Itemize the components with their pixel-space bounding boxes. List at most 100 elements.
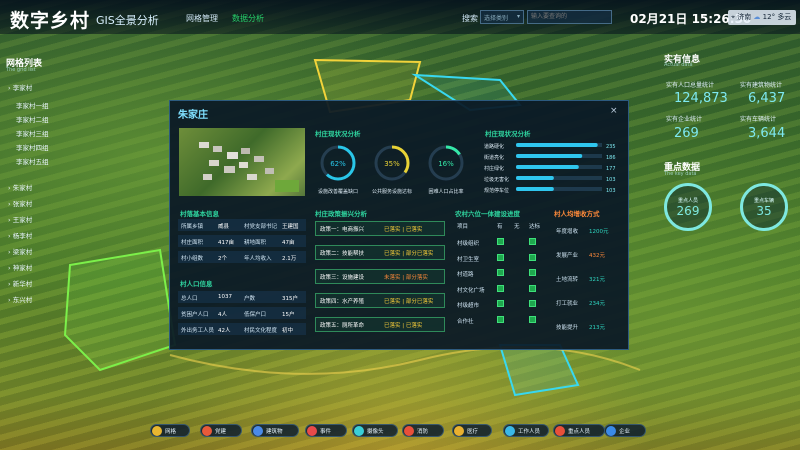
chevron-down-icon: ▾: [516, 13, 520, 20]
map-background[interactable]: 数字乡村 GIS全景分析 网格管理 数据分析 搜索 选择类别 ▾ 02月21日 …: [0, 0, 800, 450]
grid-item[interactable]: 李家村二组: [16, 114, 49, 124]
toolbar-button[interactable]: 事件: [305, 424, 347, 437]
checkbox[interactable]: [497, 238, 504, 245]
grid-item[interactable]: › 李家村: [8, 82, 32, 92]
checkbox[interactable]: [529, 284, 536, 292]
col-header: 项目: [457, 224, 469, 230]
bar-label: 道路硬化: [484, 143, 504, 150]
grid-list-subtitle: The grid list: [6, 67, 36, 73]
gauge-label: 设施改善覆盖缺口: [318, 188, 358, 195]
checkbox[interactable]: [497, 315, 504, 323]
income-label: 年度增收: [556, 229, 579, 235]
chevron-right-icon: ›: [8, 200, 11, 208]
key-person-circle[interactable]: 重点人员 269: [664, 183, 712, 231]
grid-item[interactable]: 李家村一组: [16, 100, 49, 110]
toolbar-label: 事件: [320, 429, 332, 435]
stat-label: 实有车辆统计: [740, 116, 777, 123]
grid-item[interactable]: 李家村四组: [16, 142, 49, 152]
toolbar-button[interactable]: 建筑物: [251, 424, 299, 437]
construction-label: 村卫生室: [457, 256, 480, 263]
search-label: 搜索: [462, 14, 478, 23]
stat-value: 124,873: [674, 91, 728, 106]
checkbox[interactable]: [529, 300, 536, 307]
policy-item[interactable]: 政策一：电商振兴 已落实 | 已落实: [315, 221, 445, 236]
income-label: 土地流转: [556, 277, 579, 283]
grid-item[interactable]: › 王家村: [8, 214, 32, 224]
bar-fill: [516, 176, 554, 180]
cloud-icon: ☁: [753, 13, 761, 21]
bar-label: 街道亮化: [484, 154, 504, 161]
bar-value: 235: [606, 144, 616, 150]
population-title: 村人口信息: [180, 280, 213, 288]
search-input[interactable]: [527, 10, 612, 24]
grid-item[interactable]: › 梁家村: [8, 246, 32, 256]
layer-icon: [202, 426, 212, 436]
layer-icon: [555, 426, 565, 436]
grid-item[interactable]: 李家村五组: [16, 156, 49, 166]
grid-item[interactable]: › 朱家村: [8, 182, 32, 192]
construction-label: 村级超市: [457, 303, 480, 309]
bar-value: 186: [606, 155, 616, 161]
close-button[interactable]: ×: [610, 106, 618, 116]
policy-item[interactable]: 政策四：水产养殖 已落实 | 部分已落实: [315, 293, 445, 308]
grid-item[interactable]: › 张家村: [8, 198, 32, 208]
income-label: 发展产业: [556, 253, 579, 259]
grid-item[interactable]: › 东兴村: [8, 294, 32, 304]
grid-item[interactable]: › 新华村: [8, 278, 32, 288]
bar-fill: [516, 187, 554, 191]
policy-title: 村庄政策振兴分析: [315, 210, 367, 218]
grid-item[interactable]: › 神家村: [8, 262, 32, 272]
construction-row: 村级超市: [455, 299, 545, 309]
layer-icon: [253, 426, 263, 436]
bar-value: 177: [606, 166, 616, 172]
search-category-value: 选择类别: [484, 15, 509, 22]
key-vehicle-circle[interactable]: 重点车辆 35: [740, 183, 788, 231]
checkbox[interactable]: [497, 300, 504, 307]
layer-icon: [404, 426, 414, 436]
checkbox[interactable]: [529, 315, 536, 323]
income-value: 234元: [589, 301, 605, 307]
toolbar-label: 医疗: [467, 429, 479, 435]
toolbar-button[interactable]: 消防: [402, 424, 444, 437]
toolbar-button[interactable]: 工作人员: [503, 424, 549, 437]
col-header: 有: [497, 224, 503, 230]
checkbox[interactable]: [497, 269, 504, 276]
policy-item[interactable]: 政策五：厕所革命 已落实 | 已落实: [315, 317, 445, 332]
checkbox[interactable]: [497, 284, 504, 292]
toolbar-button[interactable]: 医疗: [452, 424, 492, 437]
income-value: 321元: [589, 277, 605, 283]
toolbar-label: 建筑物: [266, 429, 283, 435]
chevron-right-icon: ›: [8, 184, 11, 192]
grid-item[interactable]: › 杨李村: [8, 230, 32, 240]
toolbar-button[interactable]: 网格: [150, 424, 190, 437]
layer-icon: [454, 426, 464, 436]
weather-condition: 多云: [777, 13, 792, 21]
construction-row: 村卫生室: [455, 253, 545, 263]
toolbar-button[interactable]: 摄像头: [352, 424, 398, 437]
nav-data-analysis[interactable]: 数据分析: [232, 13, 264, 24]
layer-icon: [606, 426, 616, 436]
table-row: 村小组数 2个 年人均收入 2.1万: [178, 251, 306, 263]
modal-title: 朱家庄: [178, 110, 208, 121]
toolbar-button[interactable]: 企业: [604, 424, 646, 437]
nav-grid-management[interactable]: 网格管理: [186, 13, 218, 24]
checkbox[interactable]: [529, 238, 536, 245]
grid-item[interactable]: 李家村三组: [16, 128, 49, 138]
real-stats-subtitle: Actual data: [664, 62, 693, 68]
gauge-label: 公共服务设施达标: [372, 188, 412, 195]
policy-item[interactable]: 政策三：设施建设 未落实 | 部分落实: [315, 269, 445, 284]
construction-label: 村文化广场: [457, 287, 485, 294]
checkbox[interactable]: [529, 269, 536, 276]
toolbar-button[interactable]: 党建: [200, 424, 242, 437]
toolbar-label: 企业: [619, 429, 631, 435]
bar-label: 垃圾无害化: [484, 176, 509, 183]
income-value: 213元: [589, 325, 605, 331]
search-category-select[interactable]: 选择类别 ▾: [480, 10, 524, 24]
toolbar-button[interactable]: 重点人员: [553, 424, 605, 437]
checkbox[interactable]: [529, 253, 536, 261]
table-row: 总人口 1037 户数 315户: [178, 291, 306, 303]
policy-item[interactable]: 政策二：技能帮扶 已落实 | 部分已落实: [315, 245, 445, 260]
chevron-right-icon: ›: [8, 84, 11, 92]
bar-fill: [516, 165, 579, 169]
checkbox[interactable]: [497, 253, 504, 261]
